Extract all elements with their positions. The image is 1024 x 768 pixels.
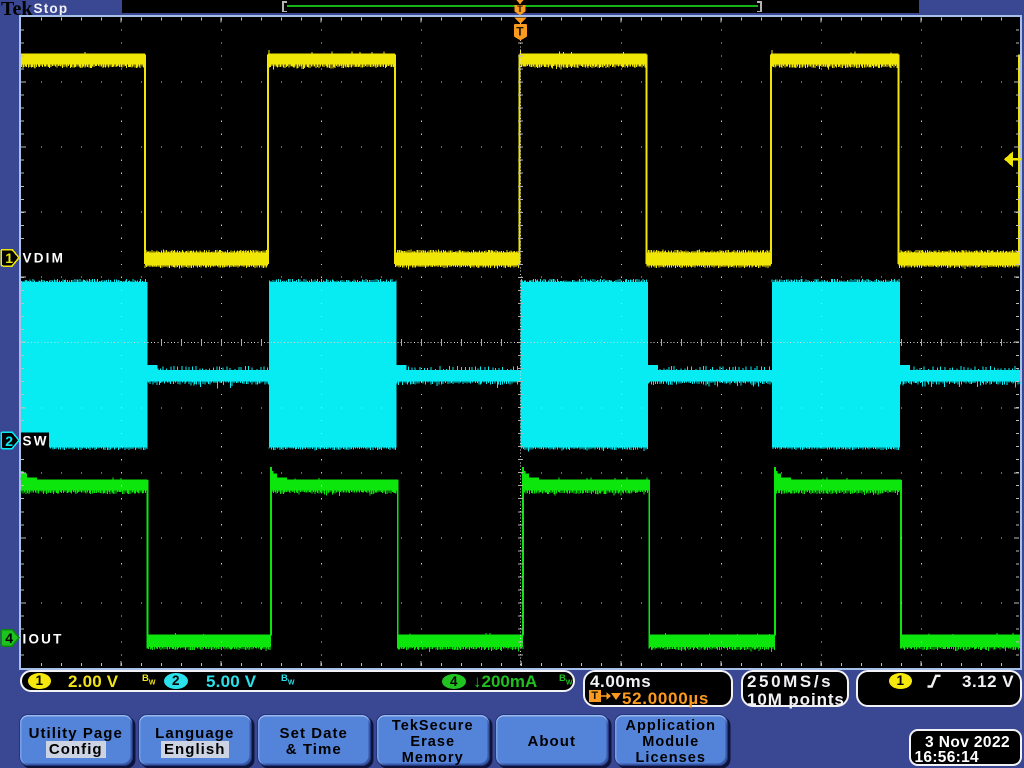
svg-text:T: T: [517, 4, 523, 14]
svg-text:VDIM: VDIM: [23, 251, 66, 266]
svg-text:1: 1: [5, 250, 13, 266]
svg-text:SW: SW: [23, 434, 49, 449]
svg-text:4: 4: [5, 630, 13, 646]
svg-text:T: T: [516, 25, 524, 39]
svg-text:2: 2: [5, 433, 13, 449]
svg-text:IOUT: IOUT: [23, 632, 64, 647]
